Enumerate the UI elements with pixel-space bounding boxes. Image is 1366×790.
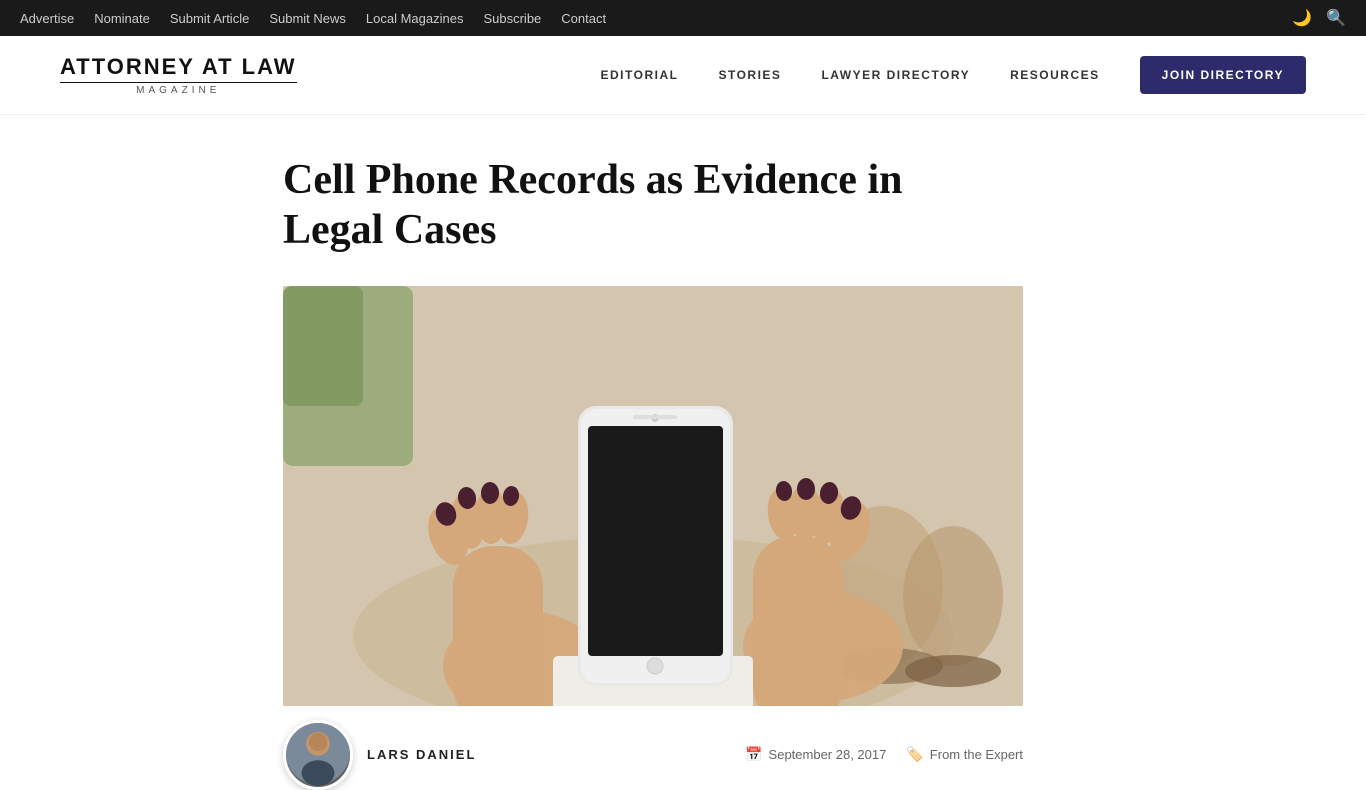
nav-lawyer-directory[interactable]: LAWYER DIRECTORY	[821, 68, 970, 82]
author-name: LARS DANIEL	[367, 747, 476, 762]
topbar: Advertise Nominate Submit Article Submit…	[0, 0, 1366, 36]
article-image-wrapper: LARS DANIEL 📅 September 28, 2017 🏷️ From…	[283, 286, 1023, 706]
author-avatar	[283, 720, 353, 790]
main-content: Cell Phone Records as Evidence in Legal …	[223, 115, 1143, 746]
article-meta: 📅 September 28, 2017 🏷️ From the Expert	[745, 746, 1023, 763]
logo-title: ATTORNEY AT LAW	[60, 54, 297, 80]
topbar-link-advertise[interactable]: Advertise	[20, 11, 74, 26]
category-text: From the Expert	[930, 747, 1023, 762]
topbar-icons: 🌙 🔍	[1292, 8, 1346, 28]
topbar-link-subscribe[interactable]: Subscribe	[483, 11, 541, 26]
topbar-link-contact[interactable]: Contact	[561, 11, 606, 26]
topbar-link-submit-news[interactable]: Submit News	[269, 11, 346, 26]
article-category[interactable]: 🏷️ From the Expert	[906, 746, 1023, 763]
article-title: Cell Phone Records as Evidence in Legal …	[283, 155, 983, 256]
author-bar: LARS DANIEL 📅 September 28, 2017 🏷️ From…	[283, 706, 1023, 790]
topbar-nav: Advertise Nominate Submit Article Submit…	[20, 11, 606, 26]
date-text: September 28, 2017	[769, 747, 887, 762]
logo-subtitle: MAGAZINE	[136, 85, 220, 96]
logo-underline	[60, 82, 297, 83]
moon-icon[interactable]: 🌙	[1292, 8, 1312, 28]
nav-stories[interactable]: STORIES	[718, 68, 781, 82]
author-info: LARS DANIEL	[283, 720, 476, 790]
article-image-svg	[283, 286, 1023, 706]
main-nav: EDITORIAL STORIES LAWYER DIRECTORY RESOU…	[601, 56, 1306, 94]
article-image	[283, 286, 1023, 706]
site-logo[interactable]: ATTORNEY AT LAW MAGAZINE	[60, 54, 297, 96]
calendar-icon: 📅	[745, 746, 762, 763]
topbar-link-local-magazines[interactable]: Local Magazines	[366, 11, 464, 26]
nav-editorial[interactable]: EDITORIAL	[601, 68, 679, 82]
search-icon[interactable]: 🔍	[1326, 8, 1346, 28]
tag-icon: 🏷️	[906, 746, 923, 763]
article-date: 📅 September 28, 2017	[745, 746, 886, 763]
site-header: ATTORNEY AT LAW MAGAZINE EDITORIAL STORI…	[0, 36, 1366, 115]
topbar-link-submit-article[interactable]: Submit Article	[170, 11, 249, 26]
topbar-link-nominate[interactable]: Nominate	[94, 11, 150, 26]
join-directory-button[interactable]: JOIN DIRECTORY	[1140, 56, 1306, 94]
nav-resources[interactable]: RESOURCES	[1010, 68, 1100, 82]
